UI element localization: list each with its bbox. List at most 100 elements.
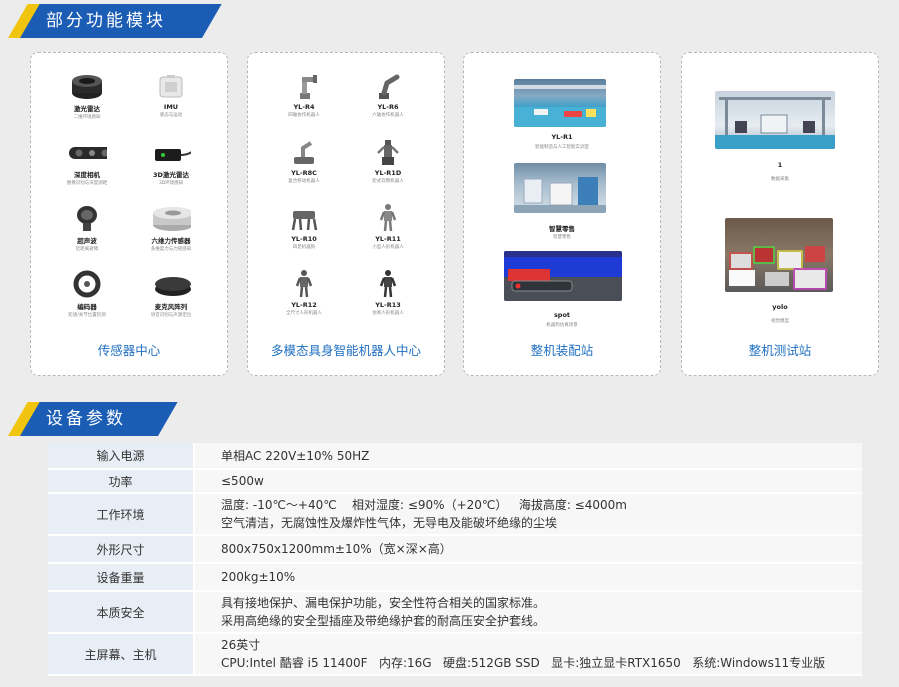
robot-center-card[interactable]: YL-R4 四轴协作机器人 YL-R6 六轴协作机器人 YL-R8C 复合移动机… — [247, 52, 445, 376]
mobile-manipulator-icon — [284, 137, 324, 167]
sensor-desc: 近距离避障 — [75, 247, 99, 252]
spec-line: 26英寸 — [221, 638, 261, 652]
sensor-grid: 激光雷达 二维环境感知 IMU 姿态与运动 深度相机 图像识别与深度测距 3D激… — [45, 71, 213, 325]
humanoid-icon — [368, 203, 408, 233]
table-row: 工作环境 温度: -10℃～+40℃ 相对湿度: ≤90%（+20℃） 海拔高度… — [48, 493, 862, 536]
robot-desc: 复合移动机器人 — [288, 179, 320, 184]
sensor-name: 六维力传感器 — [151, 237, 191, 245]
specs-section-header: 设备参数 — [8, 402, 178, 436]
robot-item[interactable]: YL-R13 仿真人形机器人 — [346, 269, 430, 325]
sensor-name: 麦克风阵列 — [154, 303, 188, 311]
spec-key: 设备重量 — [48, 563, 194, 592]
robot-item[interactable]: YL-R6 六轴协作机器人 — [346, 71, 430, 127]
robot-name: YL-R10 — [291, 235, 317, 243]
table-row: 外形尺寸 800x750x1200mm±10%（宽×深×高） — [48, 535, 862, 564]
sensor-name: 3D激光雷达 — [153, 171, 189, 179]
robot-item[interactable]: YL-R8C 复合移动机器人 — [262, 137, 346, 193]
spec-key: 外形尺寸 — [48, 535, 194, 564]
sensor-desc: 二维环境感知 — [73, 115, 101, 120]
spec-line: 温度: -10℃～+40℃ 相对湿度: ≤90%（+20℃） 海拔高度: ≤40… — [221, 498, 627, 512]
spec-value: 温度: -10℃～+40℃ 相对湿度: ≤90%（+20℃） 海拔高度: ≤40… — [193, 493, 862, 536]
ultrasonic-icon — [67, 203, 107, 233]
robot-arm-icon — [284, 71, 324, 101]
robot-item[interactable]: YL-R10 四足机器狗 — [262, 203, 346, 259]
robot-desc: 轮式双臂机器人 — [372, 179, 404, 184]
spec-value: 200kg±10% — [193, 563, 862, 592]
photo-name: 1 — [777, 161, 783, 169]
sensor-name: 深度相机 — [74, 171, 100, 179]
sensor-item[interactable]: 激光雷达 二维环境感知 — [45, 71, 129, 127]
spec-line: 单相AC 220V±10% 50HZ — [221, 448, 370, 463]
spec-key: 输入电源 — [48, 443, 194, 470]
sensor-name: 编码器 — [77, 303, 97, 311]
spec-key: 工作环境 — [48, 493, 194, 536]
sensor-item[interactable]: 深度相机 图像识别与深度测距 — [45, 137, 129, 193]
spec-value: ≤500w — [193, 469, 862, 494]
assembly-station-title: 整机装配站 — [530, 343, 594, 358]
sensor-desc: 多维度力与力矩感知 — [150, 247, 192, 252]
robot-item[interactable]: YL-R1D 轮式双臂机器人 — [346, 137, 430, 193]
assembly-station-card[interactable]: YL-R1 智能制造与人工智能实训室 智慧零售 智慧零售 spot 机器狗仿真场… — [463, 52, 661, 376]
sensor-name: 激光雷达 — [74, 105, 100, 113]
spec-line: 具有接地保护、漏电保护功能，安全性符合相关的国家标准。 — [221, 596, 546, 610]
sensor-item[interactable]: 麦克风阵列 语音识别与声源定位 — [129, 269, 213, 325]
photo-desc: 机器狗仿真场景 — [546, 323, 578, 328]
spec-value: 具有接地保护、漏电保护功能，安全性符合相关的国家标准。 采用高绝缘的安全型插座及… — [193, 591, 862, 634]
photo-name: YL-R1 — [551, 133, 573, 141]
simulation-photo — [504, 251, 622, 301]
photo-desc: 智慧零售 — [553, 235, 571, 240]
table-row: 主屏幕、主机 26英寸 CPU:Intel 酷睿 i5 11400F 内存:16… — [48, 633, 862, 676]
spec-table: 输入电源 单相AC 220V±10% 50HZ 功率 ≤500w 工作环境 温度… — [48, 443, 862, 676]
photo-desc: 智能制造与人工智能实训室 — [535, 145, 589, 150]
robot-desc: 仿真人形机器人 — [372, 311, 404, 316]
sensor-item[interactable]: 3D激光雷达 3D环境感知 — [129, 137, 213, 193]
robot-center-title: 多模态具身智能机器人中心 — [270, 343, 421, 358]
sensor-item[interactable]: 六维力传感器 多维度力与力矩感知 — [129, 203, 213, 259]
robot-desc: 四轴协作机器人 — [288, 113, 320, 118]
yolo-detection-photo — [725, 218, 833, 292]
lidar-icon — [67, 71, 107, 101]
spec-value: 单相AC 220V±10% 50HZ — [193, 443, 862, 470]
3d-lidar-icon — [151, 137, 191, 167]
sensor-desc: 图像识别与深度测距 — [66, 181, 108, 186]
spec-key: 功率 — [48, 469, 194, 494]
table-row: 输入电源 单相AC 220V±10% 50HZ — [48, 443, 862, 470]
robot-item[interactable]: YL-R4 四轴协作机器人 — [262, 71, 346, 127]
photo-desc: 视觉模型 — [771, 319, 789, 324]
spec-line: ≤500w — [221, 474, 264, 488]
depth-camera-icon — [67, 137, 107, 167]
robot-arm-icon — [368, 71, 408, 101]
sensor-desc: 轮速/关节位置检测 — [68, 313, 106, 318]
robot-grid: YL-R4 四轴协作机器人 YL-R6 六轴协作机器人 YL-R8C 复合移动机… — [262, 71, 430, 325]
spec-line: 采用高绝缘的安全型插座及带绝缘护套的耐高压安全护套线。 — [221, 614, 546, 628]
test-station-card[interactable]: 1 数据采集 yolo 视觉模型 整机测试站 — [681, 52, 879, 376]
sensor-name: IMU — [163, 103, 179, 111]
spec-line: 空气清洁，无腐蚀性及爆炸性气体，无导电及能破坏绝缘的尘埃 — [221, 516, 558, 530]
robot-name: YL-R12 — [291, 301, 317, 309]
sensor-center-card[interactable]: 激光雷达 二维环境感知 IMU 姿态与运动 深度相机 图像识别与深度测距 3D激… — [30, 52, 228, 376]
photo-name: spot — [553, 311, 571, 319]
robot-desc: 六轴协作机器人 — [372, 113, 404, 118]
spec-value: 800x750x1200mm±10%（宽×深×高） — [193, 535, 862, 564]
sensor-item[interactable]: 编码器 轮速/关节位置检测 — [45, 269, 129, 325]
sensor-item[interactable]: 超声波 近距离避障 — [45, 203, 129, 259]
sensor-desc: 姿态与运动 — [159, 113, 183, 118]
robot-item[interactable]: YL-R11 小型人形机器人 — [346, 203, 430, 259]
sensor-item[interactable]: IMU 姿态与运动 — [129, 71, 213, 127]
specs-section-title: 设备参数 — [46, 409, 126, 429]
table-row: 本质安全 具有接地保护、漏电保护功能，安全性符合相关的国家标准。 采用高绝缘的安… — [48, 591, 862, 634]
microphone-array-icon — [151, 269, 191, 299]
test-station-title: 整机测试站 — [748, 343, 812, 358]
robot-name: YL-R8C — [291, 169, 317, 177]
robot-desc: 四足机器狗 — [292, 245, 316, 250]
robot-item[interactable]: YL-R12 全尺寸人形机器人 — [262, 269, 346, 325]
photo-name: yolo — [772, 303, 788, 311]
encoder-icon — [67, 269, 107, 299]
retail-photo — [514, 163, 606, 213]
photo-name: 智慧零售 — [549, 225, 575, 233]
robot-name: YL-R11 — [375, 235, 401, 243]
robot-name: YL-R6 — [377, 103, 399, 111]
photo-desc: 数据采集 — [771, 177, 789, 182]
humanoid-icon — [284, 269, 324, 299]
dual-arm-robot-icon — [368, 137, 408, 167]
